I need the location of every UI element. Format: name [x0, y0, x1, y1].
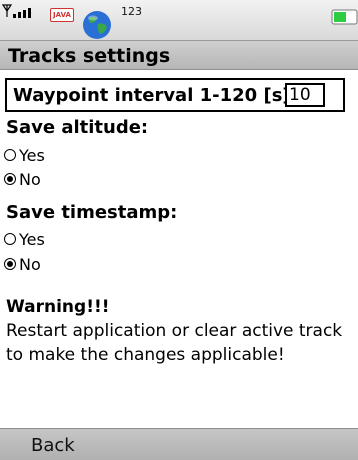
radio-yes-label: Yes	[19, 229, 45, 249]
waypoint-interval-label: Waypoint interval 1-120 [s]:	[13, 85, 298, 106]
save-altitude-no-option[interactable]: No	[4, 168, 41, 190]
save-timestamp-no-option[interactable]: No	[4, 253, 41, 275]
radio-yes-label: Yes	[19, 145, 45, 165]
title-bar: Tracks settings	[0, 40, 358, 70]
radio-no-label: No	[19, 169, 41, 189]
app-number: 123	[121, 5, 142, 18]
globe-icon	[83, 11, 111, 39]
save-altitude-label: Save altitude:	[6, 117, 149, 138]
signal-strength-icon	[2, 4, 31, 18]
save-altitude-yes-option[interactable]: Yes	[4, 144, 45, 166]
radio-no-label: No	[19, 254, 41, 274]
page-title: Tracks settings	[8, 45, 171, 67]
radio-yes-icon[interactable]	[4, 149, 16, 161]
radio-no-selected-icon[interactable]	[4, 258, 16, 270]
warning-text: Restart application or clear active trac…	[6, 321, 343, 365]
waypoint-interval-input[interactable]	[285, 83, 325, 107]
softkey-bar: Back	[0, 428, 358, 460]
radio-yes-icon[interactable]	[4, 233, 16, 245]
back-softkey[interactable]: Back	[31, 435, 75, 456]
battery-icon	[331, 9, 358, 25]
status-bar: JAVA 123	[0, 0, 358, 40]
java-icon: JAVA	[50, 8, 74, 22]
save-timestamp-yes-option[interactable]: Yes	[4, 228, 45, 250]
waypoint-interval-field[interactable]: Waypoint interval 1-120 [s]:	[5, 78, 345, 112]
warning-title: Warning!!!	[6, 297, 110, 317]
save-timestamp-label: Save timestamp:	[6, 202, 178, 223]
radio-no-selected-icon[interactable]	[4, 173, 16, 185]
